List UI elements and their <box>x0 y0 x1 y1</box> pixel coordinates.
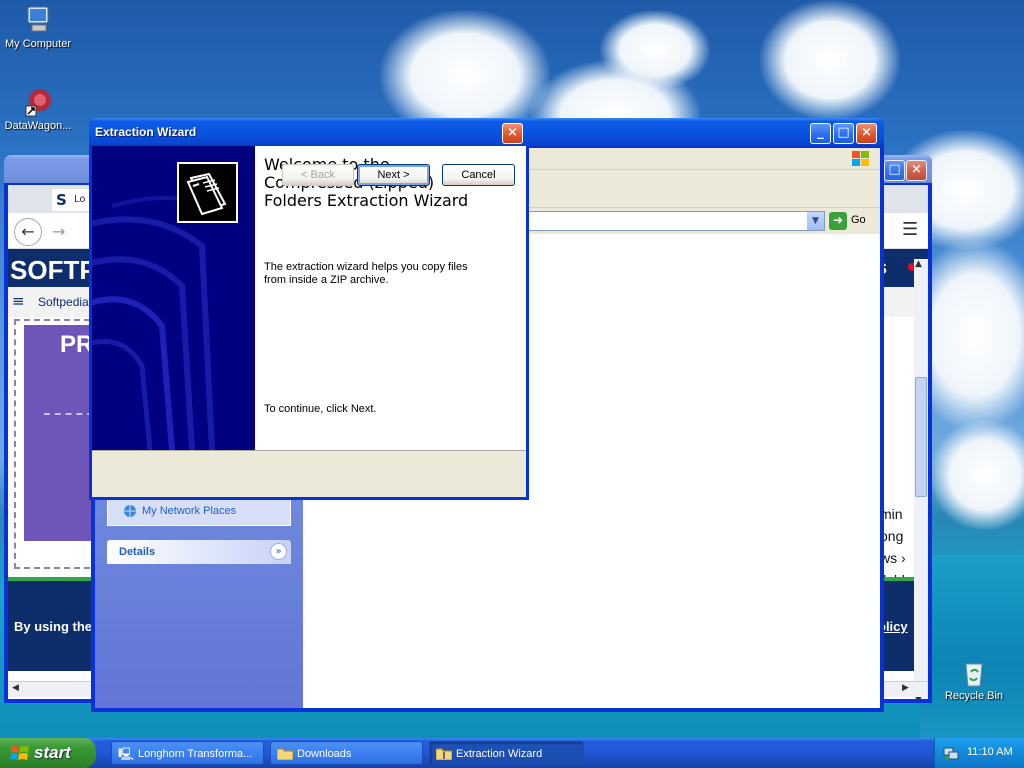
back-button[interactable]: < Back <box>282 164 354 186</box>
go-button[interactable]: ➜ Go <box>829 211 875 231</box>
desktop-icon-label: DataWagon... <box>4 120 72 132</box>
clock[interactable]: 11:10 AM <box>967 746 1013 758</box>
maximize-button[interactable]: □ <box>884 160 905 181</box>
wizard-title-bar[interactable]: Extraction Wizard <box>89 118 529 146</box>
minimize-button[interactable]: _ <box>810 123 831 144</box>
button-divider <box>92 450 526 451</box>
recycle-bin-icon[interactable]: Recycle Bin <box>936 656 1012 702</box>
zip-folder-icon <box>177 162 238 223</box>
next-button[interactable]: Next > <box>357 164 430 186</box>
taskbar-button-label: Longhorn Transforma... <box>138 748 253 760</box>
taskbar: start 🖳 Longhorn Transforma... Downloads… <box>0 738 1024 768</box>
computer-icon <box>27 6 49 32</box>
folder-icon <box>186 172 227 216</box>
taskbar-button-downloads[interactable]: Downloads <box>270 741 423 765</box>
site-nav-label[interactable]: Softpedia <box>38 295 89 309</box>
wizard-side-banner <box>92 146 255 450</box>
wizard-title: Extraction Wizard <box>95 125 197 139</box>
extraction-wizard-dialog[interactable]: Extraction Wizard × Welco <box>89 118 529 500</box>
chevron-down-icon[interactable]: ▼ <box>807 212 824 230</box>
forward-arrow-icon[interactable]: → <box>52 222 65 241</box>
wizard-description: The extraction wizard helps you copy fil… <box>264 261 468 286</box>
folder-icon <box>277 748 293 760</box>
scroll-left-icon[interactable]: ◀ <box>12 683 19 693</box>
cancel-button[interactable]: Cancel <box>442 164 515 186</box>
wizard-continue-text: To continue, click Next. <box>264 403 377 415</box>
recycle-icon <box>965 663 983 687</box>
sea-decoration <box>920 555 1024 738</box>
promo-frame: PR <box>14 319 104 569</box>
close-icon: × <box>911 162 922 177</box>
softpedia-favicon: S <box>56 191 67 209</box>
expand-chevron-icon[interactable]: » <box>270 543 287 560</box>
details-header-label: Details <box>119 546 156 558</box>
site-logo[interactable]: SOFTP <box>10 255 97 286</box>
wizard-content: Welcome to the Compressed (zipped) Folde… <box>255 146 526 450</box>
close-icon: × <box>861 125 872 140</box>
close-button[interactable]: × <box>906 160 927 181</box>
scroll-right-icon[interactable]: ▶ <box>902 683 909 693</box>
taskbar-button-label: Extraction Wizard <box>456 748 543 760</box>
my-computer-icon[interactable]: My Computer <box>0 4 76 50</box>
close-button[interactable]: × <box>856 123 877 144</box>
go-label: Go <box>851 214 866 226</box>
browser-app-icon: 🖳 <box>118 747 135 761</box>
cookie-text: By using the s <box>14 619 103 634</box>
system-tray: 11:10 AM <box>934 738 1024 768</box>
desktop-icon-label: My Computer <box>4 38 72 50</box>
details-panel-header[interactable]: Details » <box>107 540 291 564</box>
cloud-decoration <box>600 10 710 90</box>
taskbar-button-extraction-wizard[interactable]: Extraction Wizard <box>429 741 584 765</box>
network-tray-icon[interactable] <box>943 745 959 761</box>
network-places-link[interactable]: My Network Places <box>142 505 236 517</box>
desktop-icon-label: Recycle Bin <box>944 690 1004 702</box>
start-label: start <box>34 743 71 762</box>
scroll-up-icon[interactable]: ▲ <box>915 259 922 269</box>
zip-folder-icon <box>436 748 452 760</box>
taskbar-button-browser[interactable]: 🖳 Longhorn Transforma... <box>111 741 264 765</box>
other-places-panel: My Network Places <box>107 496 291 526</box>
start-button[interactable]: start <box>0 738 96 768</box>
back-arrow-icon[interactable]: ← <box>14 218 42 246</box>
network-places-icon <box>124 505 136 517</box>
vertical-scrollbar[interactable]: ▼ ▲ <box>914 259 928 699</box>
maximize-icon: □ <box>888 162 901 177</box>
hamburger-icon[interactable]: ≡ <box>12 292 25 310</box>
wizard-client: Welcome to the Compressed (zipped) Folde… <box>92 146 526 497</box>
scrollbar-thumb[interactable] <box>915 377 927 497</box>
close-button[interactable]: × <box>502 123 523 144</box>
cloud-decoration <box>930 420 1024 530</box>
windows-logo-icon <box>852 151 869 166</box>
maximize-icon: □ <box>837 125 850 140</box>
go-arrow-icon: ➜ <box>829 212 847 230</box>
taskbar-button-label: Downloads <box>297 748 352 760</box>
cloud-decoration <box>760 0 900 120</box>
windows-flag-icon <box>10 746 29 760</box>
close-icon: × <box>507 125 518 140</box>
menu-icon[interactable]: ☰ <box>902 219 918 240</box>
datawagon-shortcut[interactable]: DataWagon... <box>0 86 76 132</box>
tab-label: Lo <box>74 194 86 205</box>
maximize-button[interactable]: □ <box>833 123 854 144</box>
datawagon-icon <box>25 89 51 117</box>
minimize-icon: _ <box>817 125 824 140</box>
